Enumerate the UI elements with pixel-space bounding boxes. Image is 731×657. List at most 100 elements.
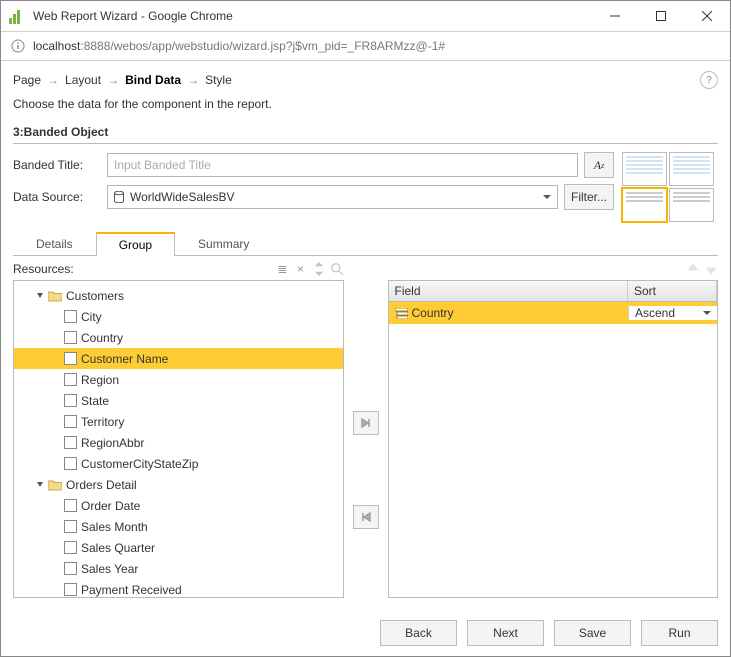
app-logo-icon xyxy=(9,8,25,24)
tree-field[interactable]: Sales Year xyxy=(14,558,343,579)
resources-label: Resources: xyxy=(13,262,74,276)
list-icon[interactable]: ≣ xyxy=(276,262,290,276)
run-button[interactable]: Run xyxy=(641,620,718,646)
data-source-select[interactable]: WorldWideSalesBV xyxy=(107,185,558,209)
move-down-icon[interactable] xyxy=(704,262,718,276)
address-bar: localhost:8888/webos/app/webstudio/wizar… xyxy=(1,32,730,61)
move-up-icon[interactable] xyxy=(686,262,700,276)
tree-folder[interactable]: Orders Detail xyxy=(14,474,343,495)
tab-group[interactable]: Group xyxy=(96,232,175,256)
page-subtitle: Choose the data for the component in the… xyxy=(13,97,718,111)
layout-thumbnails xyxy=(622,152,718,222)
breadcrumb-layout[interactable]: Layout xyxy=(65,73,101,87)
close-button[interactable] xyxy=(684,1,730,31)
tree-field[interactable]: Sales Quarter xyxy=(14,537,343,558)
checkbox-icon[interactable] xyxy=(64,373,77,386)
window-title: Web Report Wizard - Google Chrome xyxy=(33,9,592,23)
chevron-right-icon: → xyxy=(107,73,119,87)
tree-folder[interactable]: Customers xyxy=(14,285,343,306)
checkbox-icon[interactable] xyxy=(64,331,77,344)
checkbox-icon[interactable] xyxy=(64,415,77,428)
help-icon[interactable]: ? xyxy=(700,71,718,89)
data-source-label: Data Source: xyxy=(13,190,101,204)
tree-field-label: Region xyxy=(81,373,119,387)
back-button[interactable]: Back xyxy=(380,620,457,646)
tabstrip: Details Group Summary xyxy=(13,232,718,256)
tree-field-label: City xyxy=(81,310,102,324)
sort-icon[interactable] xyxy=(312,262,326,276)
tree-field-label: Payment Received xyxy=(81,583,182,597)
font-button[interactable]: Az xyxy=(584,152,614,178)
chevron-right-icon: → xyxy=(187,73,199,87)
remove-field-button[interactable] xyxy=(353,505,379,529)
tree-field[interactable]: Sales Month xyxy=(14,516,343,537)
expand-icon[interactable] xyxy=(36,292,44,300)
checkbox-icon[interactable] xyxy=(64,352,77,365)
tree-folder-label: Customers xyxy=(66,289,124,303)
grid-header-field[interactable]: Field xyxy=(389,281,629,301)
banded-title-label: Banded Title: xyxy=(13,158,101,172)
checkbox-icon[interactable] xyxy=(64,310,77,323)
layout-thumb-2[interactable] xyxy=(669,152,714,186)
tree-field-label: Customer Name xyxy=(81,352,168,366)
grid-header-sort[interactable]: Sort xyxy=(628,281,717,301)
tree-field-label: Territory xyxy=(81,415,124,429)
tree-field-label: CustomerCityStateZip xyxy=(81,457,198,471)
info-icon xyxy=(11,39,25,53)
tree-field[interactable]: State xyxy=(14,390,343,411)
grid-cell-field: Country xyxy=(412,306,454,320)
tab-summary[interactable]: Summary xyxy=(175,232,272,256)
checkbox-icon[interactable] xyxy=(64,583,77,596)
breadcrumb: Page → Layout → Bind Data → Style ? xyxy=(13,71,718,89)
tree-field-label: State xyxy=(81,394,109,408)
checkbox-icon[interactable] xyxy=(64,520,77,533)
tree-field[interactable]: City xyxy=(14,306,343,327)
group-grid[interactable]: Field Sort Country Ascend xyxy=(388,280,719,598)
filter-button[interactable]: Filter... xyxy=(564,184,614,210)
layout-thumb-4[interactable] xyxy=(669,188,714,222)
layout-thumb-1[interactable] xyxy=(622,152,667,186)
section-heading: 3:Banded Object xyxy=(13,125,718,144)
tree-field[interactable]: Country xyxy=(14,327,343,348)
checkbox-icon[interactable] xyxy=(64,562,77,575)
next-button[interactable]: Next xyxy=(467,620,544,646)
tree-folder-label: Orders Detail xyxy=(66,478,137,492)
tree-field-label: Country xyxy=(81,331,123,345)
tree-field[interactable]: Order Date xyxy=(14,495,343,516)
save-button[interactable]: Save xyxy=(554,620,631,646)
grid-cell-sort[interactable]: Ascend xyxy=(628,306,717,320)
breadcrumb-page[interactable]: Page xyxy=(13,73,41,87)
window-titlebar: Web Report Wizard - Google Chrome xyxy=(1,1,730,32)
checkbox-icon[interactable] xyxy=(64,457,77,470)
tree-field[interactable]: CustomerCityStateZip xyxy=(14,453,343,474)
expand-icon[interactable] xyxy=(36,481,44,489)
checkbox-icon[interactable] xyxy=(64,436,77,449)
datasource-icon xyxy=(114,191,124,203)
chevron-right-icon: → xyxy=(47,73,59,87)
tree-field[interactable]: Territory xyxy=(14,411,343,432)
tree-field[interactable]: Customer Name xyxy=(14,348,343,369)
tree-field[interactable]: Payment Received xyxy=(14,579,343,598)
maximize-button[interactable] xyxy=(638,1,684,31)
tree-field-label: Sales Quarter xyxy=(81,541,155,555)
add-field-button[interactable] xyxy=(353,411,379,435)
checkbox-icon[interactable] xyxy=(64,394,77,407)
tree-field[interactable]: RegionAbbr xyxy=(14,432,343,453)
tree-field-label: Order Date xyxy=(81,499,140,513)
breadcrumb-bind-data[interactable]: Bind Data xyxy=(125,73,181,87)
search-icon[interactable] xyxy=(330,262,344,276)
minimize-button[interactable] xyxy=(592,1,638,31)
breadcrumb-style[interactable]: Style xyxy=(205,73,232,87)
checkbox-icon[interactable] xyxy=(64,541,77,554)
url-text[interactable]: localhost:8888/webos/app/webstudio/wizar… xyxy=(33,39,720,53)
tree-field-label: RegionAbbr xyxy=(81,436,144,450)
tab-details[interactable]: Details xyxy=(13,232,96,256)
grid-row[interactable]: Country Ascend xyxy=(389,302,718,324)
tree-field[interactable]: Region xyxy=(14,369,343,390)
layout-thumb-3[interactable] xyxy=(622,188,667,222)
resources-tree[interactable]: Customers City Country Customer Name Region S… xyxy=(13,280,344,598)
collapse-icon[interactable]: × xyxy=(294,262,308,276)
tree-field-label: Sales Month xyxy=(81,520,148,534)
checkbox-icon[interactable] xyxy=(64,499,77,512)
banded-title-input[interactable]: Input Banded Title xyxy=(107,153,578,177)
